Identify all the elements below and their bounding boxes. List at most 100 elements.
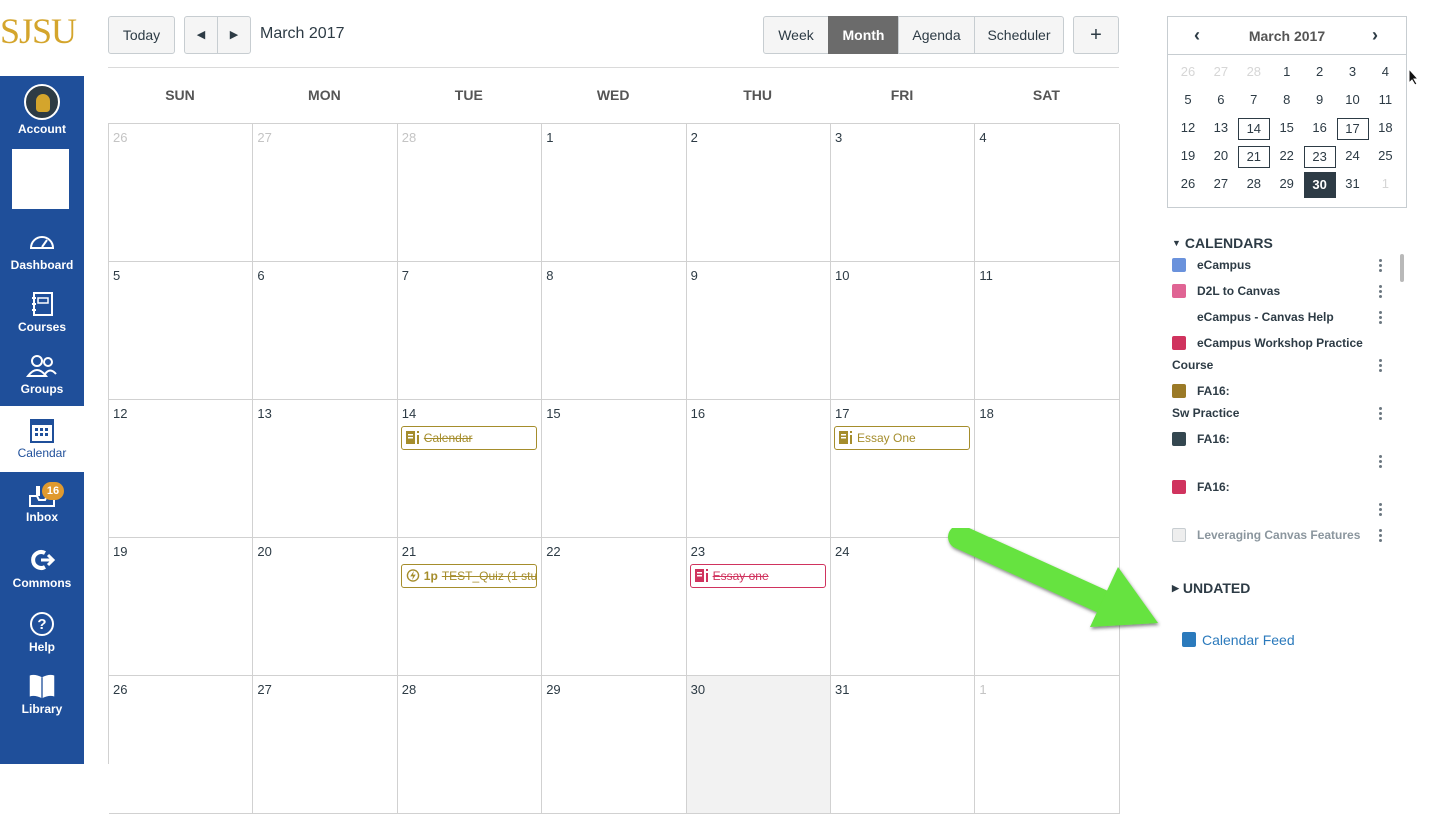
nav-calendar[interactable]: Calendar xyxy=(0,406,84,472)
day-cell[interactable]: 5 xyxy=(109,262,254,400)
nav-courses[interactable]: Courses xyxy=(0,290,84,334)
calendar-event[interactable]: Calendar xyxy=(400,426,538,450)
day-number[interactable]: 10 xyxy=(835,268,849,283)
day-number[interactable]: 12 xyxy=(113,406,127,421)
day-number[interactable]: 14 xyxy=(402,406,416,421)
undated-heading[interactable]: ▶ UNDATED xyxy=(1172,580,1250,596)
mini-calendar-day[interactable]: 3 xyxy=(1337,62,1369,84)
calendar-color-checkbox[interactable] xyxy=(1172,480,1186,494)
mini-calendar-day[interactable]: 17 xyxy=(1336,118,1369,140)
day-number[interactable]: 7 xyxy=(402,268,409,283)
day-cell[interactable]: 11 xyxy=(975,262,1120,400)
mini-calendar-day[interactable]: 28 xyxy=(1238,62,1270,84)
calendar-color-checkbox[interactable] xyxy=(1172,432,1186,446)
day-cell[interactable]: 27 xyxy=(253,124,398,262)
nav-account[interactable]: Account xyxy=(0,84,84,136)
mini-calendar-day[interactable]: 20 xyxy=(1205,146,1237,168)
day-cell[interactable]: 15 xyxy=(542,400,687,538)
mini-calendar-day[interactable]: 6 xyxy=(1205,90,1237,112)
mini-calendar-day[interactable]: 22 xyxy=(1271,146,1303,168)
nav-library[interactable]: Library xyxy=(0,672,84,716)
mini-calendar-day[interactable]: 27 xyxy=(1205,174,1237,196)
mini-calendar-day[interactable]: 23 xyxy=(1303,146,1336,168)
day-cell[interactable]: 8 xyxy=(542,262,687,400)
calendar-event[interactable]: Essay One xyxy=(834,426,971,450)
mini-calendar-day[interactable]: 19 xyxy=(1172,146,1204,168)
mini-calendar-day[interactable]: 4 xyxy=(1369,62,1401,84)
nav-commons[interactable]: Commons xyxy=(0,546,84,590)
day-number[interactable]: 5 xyxy=(113,268,120,283)
day-number[interactable]: 19 xyxy=(113,544,127,559)
day-number[interactable]: 15 xyxy=(546,406,560,421)
day-cell[interactable]: 10 xyxy=(831,262,976,400)
mini-calendar-day[interactable]: 16 xyxy=(1304,118,1336,140)
calendar-color-checkbox[interactable] xyxy=(1172,336,1186,350)
day-number[interactable]: 17 xyxy=(835,406,849,421)
calendar-options-icon[interactable] xyxy=(1377,311,1383,326)
calendar-options-icon[interactable] xyxy=(1377,407,1383,422)
day-number[interactable]: 23 xyxy=(691,544,705,559)
mini-calendar-day[interactable]: 21 xyxy=(1237,146,1270,168)
view-scheduler-tab[interactable]: Scheduler xyxy=(974,16,1064,54)
day-number[interactable]: 18 xyxy=(979,406,993,421)
view-week-tab[interactable]: Week xyxy=(763,16,829,54)
day-number[interactable]: 8 xyxy=(546,268,553,283)
mini-calendar-day[interactable]: 1 xyxy=(1369,174,1401,196)
day-cell[interactable]: 30 xyxy=(686,676,831,814)
day-number[interactable]: 2 xyxy=(691,130,698,145)
calendar-name[interactable]: FA16: xyxy=(1197,432,1230,446)
calendar-name[interactable]: Leveraging Canvas Features xyxy=(1197,528,1360,542)
mini-calendar-day[interactable]: 30 xyxy=(1303,172,1336,198)
mini-calendar-day[interactable]: 5 xyxy=(1172,90,1204,112)
view-agenda-tab[interactable]: Agenda xyxy=(898,16,975,54)
nav-help[interactable]: ? Help xyxy=(0,610,84,654)
calendar-options-icon[interactable] xyxy=(1377,455,1383,470)
mini-calendar-day[interactable]: 28 xyxy=(1238,174,1270,196)
mini-calendar-day[interactable]: 24 xyxy=(1337,146,1369,168)
calendar-event[interactable]: 1p TEST_Quiz (1 stud xyxy=(400,564,538,588)
mini-calendar-day[interactable]: 31 xyxy=(1337,174,1369,196)
next-month-button[interactable]: ▶ xyxy=(217,16,251,54)
nav-dashboard[interactable]: Dashboard xyxy=(0,228,84,272)
day-cell[interactable]: 26 xyxy=(109,124,254,262)
day-cell[interactable]: 12 xyxy=(109,400,254,538)
mini-calendar-day[interactable]: 26 xyxy=(1172,174,1204,196)
day-cell[interactable]: 3 xyxy=(831,124,976,262)
day-cell[interactable]: 13 xyxy=(253,400,398,538)
calendar-feed-link[interactable]: Calendar Feed xyxy=(1182,632,1295,648)
day-cell[interactable]: 16 xyxy=(686,400,831,538)
day-cell[interactable]: 2 xyxy=(686,124,831,262)
day-number[interactable]: 16 xyxy=(691,406,705,421)
mini-calendar-day[interactable]: 26 xyxy=(1172,62,1204,84)
mini-next-icon[interactable]: › xyxy=(1372,25,1378,46)
day-number[interactable]: 11 xyxy=(979,268,993,283)
day-number[interactable]: 21 xyxy=(402,544,416,559)
calendar-options-icon[interactable] xyxy=(1377,529,1383,544)
mini-calendar-day[interactable]: 14 xyxy=(1237,118,1270,140)
day-cell[interactable]: 1 xyxy=(975,676,1120,814)
day-number[interactable]: 22 xyxy=(546,544,560,559)
day-cell[interactable]: 14 Calendar xyxy=(397,400,543,538)
day-number[interactable]: 31 xyxy=(835,682,849,697)
day-number[interactable]: 1 xyxy=(979,682,986,697)
day-cell[interactable]: 19 xyxy=(109,538,254,676)
sjsu-logo[interactable]: SJSU xyxy=(0,10,84,52)
day-cell[interactable]: 23 Essay one xyxy=(686,538,831,676)
mini-calendar-day[interactable]: 15 xyxy=(1271,118,1303,140)
day-cell[interactable]: 28 xyxy=(397,124,543,262)
day-cell[interactable]: 28 xyxy=(397,676,543,814)
day-cell[interactable]: 29 xyxy=(542,676,687,814)
calendar-options-icon[interactable] xyxy=(1377,259,1383,274)
day-number[interactable]: 30 xyxy=(691,682,705,697)
nav-inbox[interactable]: 16 Inbox xyxy=(0,480,84,524)
mini-calendar-day[interactable]: 12 xyxy=(1172,118,1204,140)
day-number[interactable]: 27 xyxy=(257,130,271,145)
mini-calendar-day[interactable]: 11 xyxy=(1369,90,1401,112)
day-number[interactable]: 24 xyxy=(835,544,849,559)
day-number[interactable]: 26 xyxy=(113,130,127,145)
day-cell[interactable]: 1 xyxy=(542,124,687,262)
calendar-name[interactable]: eCampus xyxy=(1197,258,1251,272)
mini-calendar-day[interactable]: 18 xyxy=(1369,118,1401,140)
mini-calendar-day[interactable]: 7 xyxy=(1238,90,1270,112)
day-number[interactable]: 27 xyxy=(257,682,271,697)
